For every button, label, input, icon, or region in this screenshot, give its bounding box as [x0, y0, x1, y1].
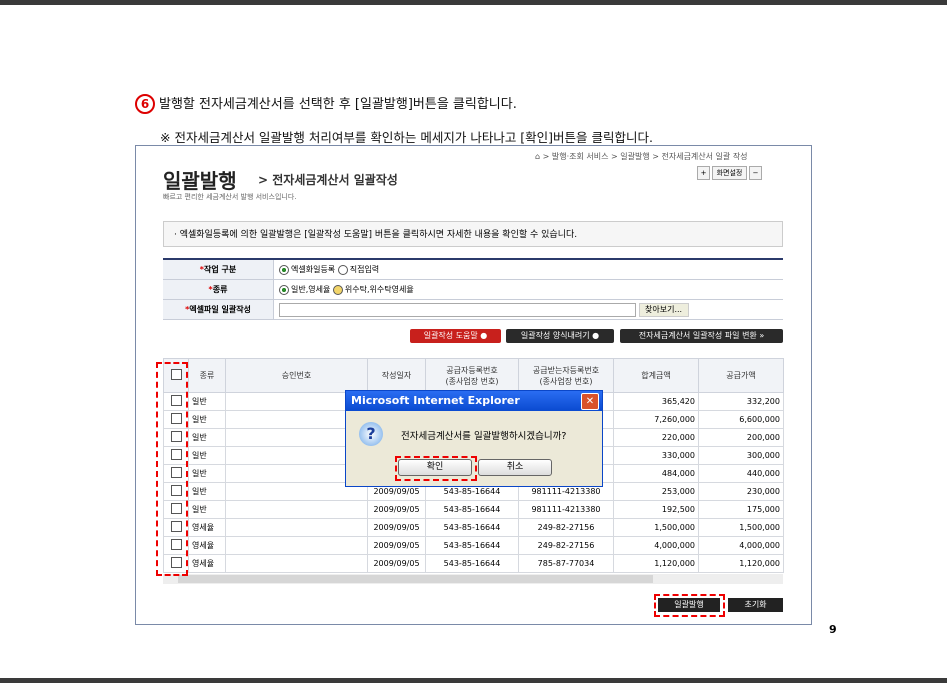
bottom-border: [0, 678, 947, 683]
table-cell: 일반: [188, 500, 226, 519]
table-cell: 영세율: [188, 518, 226, 537]
page-description: 빠르고 편리한 세금계산서 발행 서비스입니다.: [163, 193, 297, 201]
table-cell: 543-85-16644: [425, 500, 519, 519]
dialog-message: 전자세금계산서를 일괄발행하시겠습니까?: [401, 431, 567, 442]
radio-consign[interactable]: [332, 284, 343, 295]
cancel-button[interactable]: 취소: [478, 459, 552, 476]
column-header: 합계금액: [613, 358, 699, 393]
file-path-input[interactable]: [279, 302, 636, 317]
table-cell: 영세율: [188, 536, 226, 555]
table-cell: 249-82-27156: [518, 518, 614, 537]
column-header: 작성일자: [367, 358, 426, 393]
table-cell: 981111-4213380: [518, 500, 614, 519]
top-border: [0, 0, 947, 5]
scrollbar-thumb[interactable]: [178, 575, 653, 583]
table-cell: 일반: [188, 482, 226, 501]
table-cell: 230,000: [698, 482, 784, 501]
table-cell: 일반: [188, 410, 226, 429]
table-cell: 785-87-77034: [518, 554, 614, 573]
radio-general-label: 일반,영세율: [291, 285, 331, 294]
page-title: 일괄발행: [163, 169, 237, 193]
instruction-text: 발행할 전자세금계산서를 선택한 후 [일괄발행]버튼을 클릭합니다.: [159, 97, 517, 112]
reset-button[interactable]: 초기화: [728, 598, 783, 612]
table-cell: 332,200: [698, 392, 784, 411]
table-cell: 365,420: [613, 392, 699, 411]
radio-direct-label: 직접입력: [349, 265, 380, 274]
radio-excel-label: 엑셀화일등록: [291, 265, 336, 274]
zoom-in-button[interactable]: +: [697, 166, 710, 180]
table-cell: 200,000: [698, 428, 784, 447]
table-cell: 543-85-16644: [425, 518, 519, 537]
note: ※ 전자세금계산서 일괄발행 처리여부를 확인하는 메세지가 나타나고 [확인]…: [160, 130, 653, 145]
radio-general[interactable]: [279, 284, 289, 295]
work-type-label: 작업 구분: [203, 265, 237, 274]
table-cell: 1,120,000: [613, 554, 699, 573]
table-cell: 300,000: [698, 446, 784, 465]
table-cell: 일반: [188, 446, 226, 465]
table-cell: [225, 554, 368, 573]
checkbox-highlight: [156, 362, 188, 576]
ok-highlight: [395, 456, 477, 481]
column-header: 공급가액: [698, 358, 784, 393]
table-cell: 일반: [188, 428, 226, 447]
page-number: 9: [829, 623, 837, 636]
table-cell: 2009/09/05: [367, 536, 426, 555]
column-header: 공급자등록번호 (종사업장 번호): [425, 358, 519, 393]
instruction: 6 발행할 전자세금계산서를 선택한 후 [일괄발행]버튼을 클릭합니다.: [135, 93, 517, 114]
options-form: *작업 구분 엑셀화일등록 직접입력 *종류 일반,영세율 위수탁,위수탁영세율…: [163, 258, 783, 320]
table-cell: 일반: [188, 464, 226, 483]
table-row[interactable]: 영세율 2009/09/05 543-85-16644 249-82-27156 1,5…: [163, 518, 784, 537]
table-cell: 1,500,000: [698, 518, 784, 537]
table-row[interactable]: 영세율 2009/09/05 543-85-16644 785-87-77034 1,1…: [163, 554, 784, 573]
column-header: 공급받는자등록번호 (종사업장 번호): [518, 358, 614, 393]
table-cell: 4,000,000: [613, 536, 699, 555]
table-cell: 543-85-16644: [425, 554, 519, 573]
table-row[interactable]: 일반 2009/09/05 543-85-16644 981111-4213380 19…: [163, 500, 784, 519]
kind-label: 종류: [212, 285, 228, 294]
step-number: 6: [135, 94, 155, 114]
table-cell: 2009/09/05: [367, 500, 426, 519]
info-box: · 엑셀화일등록에 의한 일괄발행은 [일괄작성 도움말] 버튼을 클릭하시면 …: [163, 221, 783, 247]
dialog-title: Microsoft Internet Explorer: [346, 391, 602, 411]
table-cell: 484,000: [613, 464, 699, 483]
screen-settings-button[interactable]: 화면설정: [712, 166, 747, 180]
help-button[interactable]: 일괄작성 도움말 ●: [410, 329, 501, 343]
close-icon[interactable]: ✕: [581, 393, 599, 410]
table-cell: 4,000,000: [698, 536, 784, 555]
convert-file-button[interactable]: 전자세금계산서 일괄작성 파일 변환 »: [620, 329, 783, 343]
zoom-out-button[interactable]: −: [749, 166, 762, 180]
table-cell: 440,000: [698, 464, 784, 483]
table-cell: 1,120,000: [698, 554, 784, 573]
table-cell: 일반: [188, 392, 226, 411]
table-cell: [225, 500, 368, 519]
table-row[interactable]: 영세율 2009/09/05 543-85-16644 249-82-27156 4,0…: [163, 536, 784, 555]
table-cell: 192,500: [613, 500, 699, 519]
table-cell: [225, 536, 368, 555]
column-header: 승인번호: [225, 358, 368, 393]
table-cell: 249-82-27156: [518, 536, 614, 555]
table-cell: 6,600,000: [698, 410, 784, 429]
browse-button[interactable]: 찾아보기...: [638, 302, 689, 317]
table-cell: 330,000: [613, 446, 699, 465]
radio-consign-label: 위수탁,위수탁영세율: [344, 285, 414, 294]
radio-excel[interactable]: [279, 264, 289, 275]
column-header: 종류: [188, 358, 226, 393]
table-cell: [225, 518, 368, 537]
table-cell: 1,500,000: [613, 518, 699, 537]
breadcrumb: ⌂ > 발행·조회 서비스 > 일괄발행 > 전자세금계산서 일괄 작성: [535, 152, 748, 161]
table-cell: 543-85-16644: [425, 536, 519, 555]
radio-direct[interactable]: [337, 264, 348, 275]
page-subtitle: > 전자세금계산서 일괄작성: [258, 173, 398, 187]
download-template-button[interactable]: 일괄작성 양식내려기 ●: [506, 329, 614, 343]
table-cell: 7,260,000: [613, 410, 699, 429]
table-cell: 영세율: [188, 554, 226, 573]
table-cell: 175,000: [698, 500, 784, 519]
question-icon: ?: [359, 422, 383, 446]
table-cell: 2009/09/05: [367, 518, 426, 537]
table-cell: 220,000: [613, 428, 699, 447]
issue-highlight: [654, 594, 725, 617]
file-label: 엑셀파일 일괄작성: [189, 305, 251, 314]
table-cell: 253,000: [613, 482, 699, 501]
table-cell: 2009/09/05: [367, 554, 426, 573]
